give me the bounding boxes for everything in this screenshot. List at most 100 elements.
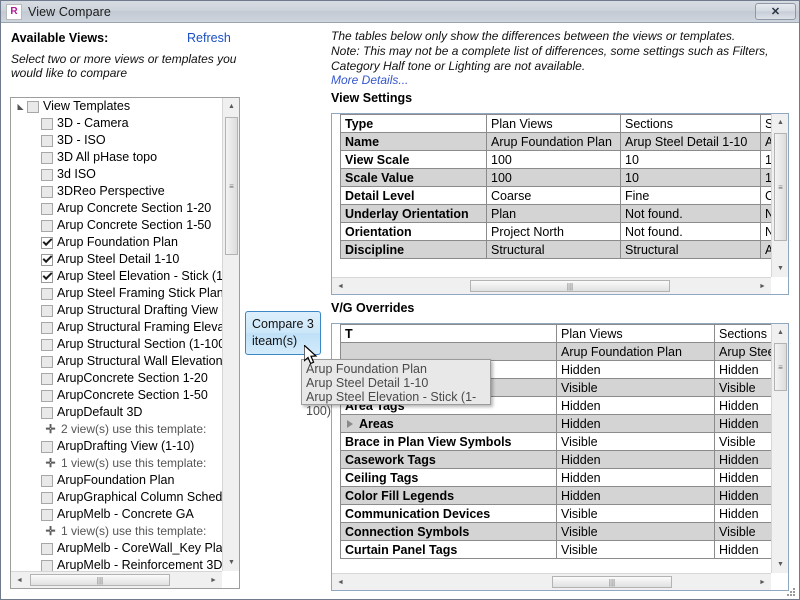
tree-item[interactable]: Arup Structural Section (1-100) [11, 336, 223, 353]
table-cell: Plan Views [486, 114, 621, 133]
scroll-down-icon[interactable]: ▼ [223, 554, 239, 571]
expand-triangle-icon[interactable] [347, 420, 353, 428]
tree-item[interactable]: Arup Steel Elevation - Stick (1-100) [11, 268, 223, 285]
tree-item[interactable]: ArupDefault 3D [11, 404, 223, 421]
table-cell: Hidden [714, 450, 771, 469]
vg-overrides-vscroll-thumb[interactable]: ≡ [774, 343, 787, 391]
tree-item[interactable]: ArupGraphical Column Schedu [11, 489, 223, 506]
tree-vscroll-thumb[interactable]: ≡ [225, 117, 238, 255]
tree-item[interactable]: 3DReo Perspective [11, 183, 223, 200]
tree-item[interactable]: 3D - Camera [11, 115, 223, 132]
compare-button[interactable]: Compare 3 iteam(s) [245, 311, 321, 355]
tree-item[interactable]: 3D - ISO [11, 132, 223, 149]
tree-item-checkbox[interactable] [41, 219, 53, 232]
refresh-link[interactable]: Refresh [187, 31, 231, 45]
scroll-up-icon[interactable]: ▲ [223, 98, 239, 115]
scroll-right-icon[interactable]: ► [754, 574, 771, 590]
table-cell: Hidden [714, 360, 771, 379]
tree-item[interactable]: ArupMelb - Concrete GA [11, 506, 223, 523]
tree-item-checkbox[interactable] [27, 100, 39, 113]
table-cell: Archite [760, 240, 771, 259]
tree-item-checkbox[interactable] [41, 338, 53, 351]
tree-item-checkbox[interactable] [41, 117, 53, 130]
scroll-up-icon[interactable]: ▲ [772, 114, 788, 131]
vg-overrides-hscroll[interactable]: ◄ ||| ► [332, 573, 771, 590]
tree-vertical-scrollbar[interactable]: ▲ ≡ ▼ [222, 98, 239, 571]
tree-note-label: 2 view(s) use this template: [61, 422, 207, 436]
tree-item[interactable]: ArupMelb - Reinforcement 3D [11, 557, 223, 572]
tree-item[interactable]: 3d ISO [11, 166, 223, 183]
tree-item-label: 3d ISO [57, 167, 96, 181]
views-tree[interactable]: ◢ View Templates 3D - Camera 3D - ISO 3D All… [10, 97, 240, 589]
table-row-label: Name [340, 132, 487, 151]
tree-item-checkbox[interactable] [41, 253, 53, 266]
tree-item-checkbox[interactable] [41, 321, 53, 334]
tree-item-checkbox[interactable] [41, 440, 53, 453]
tree-item-checkbox[interactable] [41, 389, 53, 402]
scroll-left-icon[interactable]: ◄ [332, 278, 349, 294]
tree-item-checkbox[interactable] [41, 474, 53, 487]
tree-item-checkbox[interactable] [41, 151, 53, 164]
scroll-left-icon[interactable]: ◄ [11, 572, 28, 588]
view-settings-vscroll-thumb[interactable]: ≡ [774, 133, 787, 241]
tree-item[interactable]: Arup Structural Wall Elevation [11, 353, 223, 370]
table-cell: Hidden [714, 414, 771, 433]
scroll-left-icon[interactable]: ◄ [332, 574, 349, 590]
available-views-label: Available Views: [11, 31, 109, 45]
tree-item[interactable]: Arup Structural Drafting View [11, 302, 223, 319]
scroll-right-icon[interactable]: ► [754, 278, 771, 294]
tree-item-checkbox[interactable] [41, 491, 53, 504]
tree-item-checkbox[interactable] [41, 372, 53, 385]
expand-plus-icon[interactable]: ✛ [45, 421, 56, 438]
tree-item-checkbox[interactable] [41, 559, 53, 572]
table-row: Casework Tags Hidden Hidden [340, 450, 771, 469]
view-settings-grid[interactable]: TypePlan ViewsSectionsSectionNameArup Fo… [331, 113, 789, 295]
scroll-down-icon[interactable]: ▼ [772, 556, 788, 573]
view-settings-vscroll[interactable]: ▲ ≡ ▼ [771, 114, 788, 277]
expand-plus-icon[interactable]: ✛ [45, 523, 56, 540]
tree-hscroll-thumb[interactable]: ||| [30, 574, 170, 586]
vg-overrides-vscroll[interactable]: ▲ ≡ ▼ [771, 324, 788, 573]
table-row-label: Ceiling Tags [340, 468, 557, 487]
resize-grip-icon[interactable] [785, 586, 797, 598]
tree-item[interactable]: ArupMelb - CoreWall_Key Plan [11, 540, 223, 557]
scroll-up-icon[interactable]: ▲ [772, 324, 788, 341]
tree-item-checkbox[interactable] [41, 270, 53, 283]
expand-plus-icon[interactable]: ✛ [45, 455, 56, 472]
chevron-down-icon[interactable]: ◢ [14, 98, 27, 115]
tree-item[interactable]: ArupFoundation Plan [11, 472, 223, 489]
tree-item[interactable]: ArupConcrete Section 1-20 [11, 370, 223, 387]
tree-item[interactable]: Arup Steel Framing Stick Plan [11, 285, 223, 302]
tree-item-checkbox[interactable] [41, 542, 53, 555]
tree-item[interactable]: Arup Structural Framing Eleva [11, 319, 223, 336]
vg-overrides-hscroll-thumb[interactable]: ||| [552, 576, 672, 588]
tree-item-checkbox[interactable] [41, 287, 53, 300]
tree-item-checkbox[interactable] [41, 304, 53, 317]
scroll-down-icon[interactable]: ▼ [772, 260, 788, 277]
table-cell: Hidden [556, 450, 715, 469]
tree-item-checkbox[interactable] [41, 134, 53, 147]
tree-item[interactable]: ArupDrafting View (1-10) [11, 438, 223, 455]
table-cell: Hidden [556, 360, 715, 379]
tree-item[interactable]: Arup Foundation Plan [11, 234, 223, 251]
view-settings-hscroll-thumb[interactable]: ||| [470, 280, 670, 292]
more-details-link[interactable]: More Details... [331, 73, 408, 87]
scroll-right-icon[interactable]: ► [205, 572, 222, 588]
view-settings-hscroll[interactable]: ◄ ||| ► [332, 277, 771, 294]
tree-item[interactable]: ArupConcrete Section 1-50 [11, 387, 223, 404]
tree-item[interactable]: Arup Concrete Section 1-20 [11, 200, 223, 217]
tree-item-checkbox[interactable] [41, 236, 53, 249]
tree-horizontal-scrollbar[interactable]: ◄ ||| ► [11, 571, 222, 588]
tree-item[interactable]: Arup Concrete Section 1-50 [11, 217, 223, 234]
table-cell: 100 [760, 168, 771, 187]
tree-item-checkbox[interactable] [41, 168, 53, 181]
tree-item-checkbox[interactable] [41, 185, 53, 198]
tree-item-checkbox[interactable] [41, 406, 53, 419]
tree-item-checkbox[interactable] [41, 202, 53, 215]
tree-item-checkbox[interactable] [41, 508, 53, 521]
tree-item[interactable]: 3D All pHase topo [11, 149, 223, 166]
tree-item[interactable]: ◢ View Templates [11, 98, 223, 115]
tree-item[interactable]: Arup Steel Detail 1-10 [11, 251, 223, 268]
tree-item-checkbox[interactable] [41, 355, 53, 368]
close-icon[interactable]: ✕ [755, 3, 796, 20]
